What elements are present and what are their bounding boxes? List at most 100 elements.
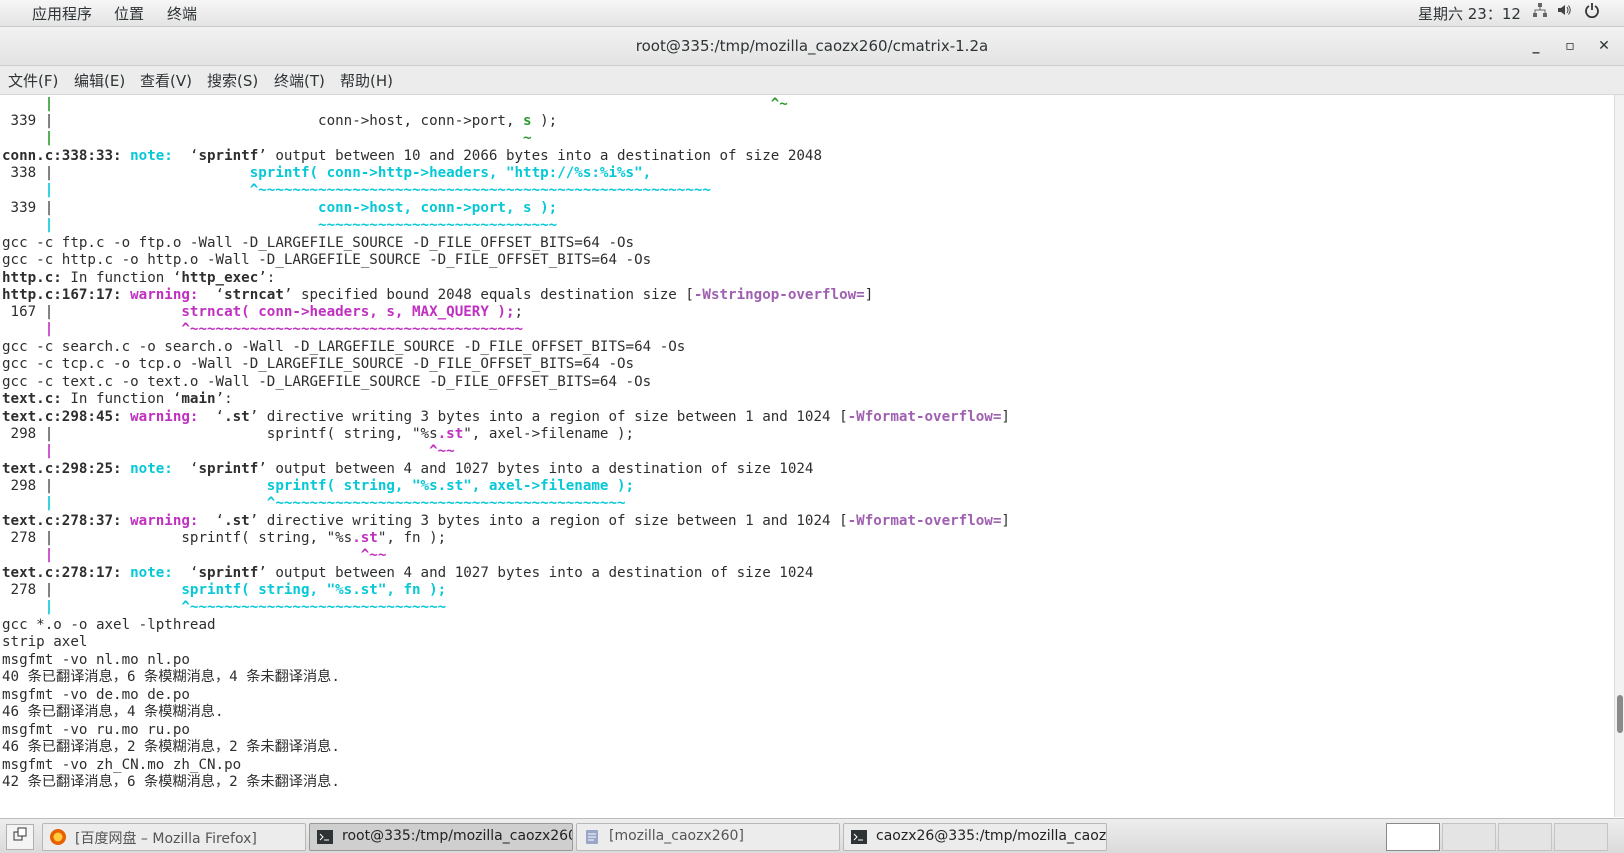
terminal-text: warning: [130, 287, 207, 303]
terminal-text: ] [1001, 409, 1010, 425]
task-terminal-root[interactable]: root@335:/tmp/mozilla_caozx260/··· [309, 823, 573, 851]
terminal-line: | ^~~ [2, 442, 455, 460]
terminal-text: ] [1001, 513, 1010, 529]
terminal-text: .st [352, 530, 378, 546]
terminal-line: | ~ [2, 129, 532, 147]
terminal-line: 46 条已翻译消息，2 条模糊消息，2 条未翻译消息. [2, 738, 340, 756]
terminal-text: | ^~ [2, 96, 788, 112]
terminal-text: | ^~~ [2, 443, 455, 459]
terminal-line: gcc -c search.c -o search.o -Wall -D_LAR… [2, 338, 685, 356]
network-icon[interactable] [1532, 2, 1548, 22]
terminal-line: text.c:278:37: warning: ‘.st’ directive … [2, 512, 1010, 530]
scrollbar-thumb[interactable] [1617, 695, 1623, 733]
menu-search[interactable]: 搜索(S) [207, 70, 258, 91]
menu-help[interactable]: 帮助(H) [340, 70, 393, 91]
workspace-1[interactable] [1386, 823, 1440, 851]
terminal-scrollbar[interactable] [1614, 95, 1624, 817]
terminal-text: 339 | conn->host, conn->port, [2, 113, 524, 129]
terminal-text: | ~~~~~~~~~~~~~~~~~~~~~~~~~~~~ [2, 217, 558, 233]
power-icon[interactable] [1584, 2, 1600, 22]
terminal-text: ’ output between 10 and 2066 bytes into … [258, 148, 823, 164]
terminal-line: msgfmt -vo de.mo de.po [2, 686, 190, 704]
folder-icon [583, 828, 601, 846]
workspace-4[interactable] [1554, 823, 1608, 851]
terminal-text: ‘ [181, 461, 199, 477]
task-folder[interactable]: [mozilla_caozx260] [576, 823, 840, 851]
task-terminal-user[interactable]: caozx26@335:/tmp/mozilla_caozx··· [843, 823, 1107, 851]
terminal-text: | ~ [2, 130, 532, 146]
menu-file[interactable]: 文件(F) [8, 70, 58, 91]
task-label: [mozilla_caozx260] [609, 828, 744, 844]
terminal-app-menu[interactable]: 终端 [167, 3, 197, 24]
places-menu[interactable]: 位置 [114, 3, 144, 24]
terminal-text: .st [437, 426, 464, 442]
terminal-text: | ^~~~~~~~~~~~~~~~~~~~~~~~~~~~~~~~~~~~~~… [2, 321, 524, 337]
task-label: caozx26@335:/tmp/mozilla_caozx··· [876, 828, 1107, 844]
terminal-text: ‘ [207, 287, 225, 303]
firefox-icon [49, 828, 67, 846]
maximize-button[interactable]: ▫ [1558, 35, 1582, 57]
taskbar: [百度网盘 – Mozilla Firefox] root@335:/tmp/m… [0, 818, 1624, 853]
close-button[interactable]: ✕ [1592, 35, 1616, 57]
terminal-text: msgfmt -vo nl.mo nl.po [2, 652, 190, 668]
terminal-text: sprintf( conn->http->headers, "http://%s… [249, 165, 652, 181]
terminal-text: conn->host, conn->port, s ); [318, 200, 558, 216]
terminal-text: ’ specified bound 2048 equals destinatio… [283, 287, 694, 303]
terminal-text: main [181, 391, 216, 407]
terminal-line: strip axel [2, 633, 87, 651]
terminal-text: note: [130, 461, 182, 477]
terminal-icon [850, 828, 868, 846]
terminal-text: ", fn ); [377, 530, 447, 546]
terminal-text: text.c:278:37: [2, 513, 131, 529]
menu-edit[interactable]: 编辑(E) [74, 70, 125, 91]
terminal-text: text.c: [2, 391, 62, 407]
workspace-2[interactable] [1442, 823, 1496, 851]
applications-menu[interactable]: 应用程序 [32, 3, 92, 24]
terminal-text: 278 | sprintf( string, "%s [2, 530, 353, 546]
terminal-line: 167 | strncat( conn->headers, s, MAX_QUE… [2, 303, 524, 321]
terminal-output[interactable]: | ^~ 339 | conn->host, conn->port, s ); … [0, 95, 1614, 817]
terminal-text: | ^~~ [2, 547, 387, 563]
terminal-line: text.c:298:45: warning: ‘.st’ directive … [2, 408, 1010, 426]
terminal-text: 46 条已翻译消息，2 条模糊消息，2 条未翻译消息. [2, 739, 340, 755]
window-titlebar[interactable]: root@335:/tmp/mozilla_caozx260/cmatrix-1… [0, 27, 1624, 66]
terminal-text: sprintf( string, "%s.st", fn ); [181, 582, 447, 598]
menu-terminal[interactable]: 终端(T) [274, 70, 325, 91]
clock[interactable]: 星期六 23：12 [1418, 3, 1521, 24]
terminal-text: strncat [224, 287, 284, 303]
terminal-text: strncat( conn->headers, s, MAX_QUERY ); [181, 304, 515, 320]
terminal-line: gcc -c ftp.c -o ftp.o -Wall -D_LARGEFILE… [2, 234, 634, 252]
terminal-text: gcc -c ftp.c -o ftp.o -Wall -D_LARGEFILE… [2, 235, 635, 251]
workspace-3[interactable] [1498, 823, 1552, 851]
terminal-text: | ^~~~~~~~~~~~~~~~~~~~~~~~~~~~~~~ [2, 599, 447, 615]
menu-view[interactable]: 查看(V) [140, 70, 192, 91]
terminal-text: ’: [215, 391, 233, 407]
terminal-text: 46 条已翻译消息，4 条模糊消息. [2, 704, 224, 720]
terminal-text: ‘ [181, 148, 199, 164]
terminal-line: 278 | sprintf( string, "%s.st", fn ); [2, 581, 447, 599]
terminal-line: 42 条已翻译消息，6 条模糊消息，2 条未翻译消息. [2, 773, 340, 791]
terminal-text: 338 | [2, 165, 250, 181]
terminal-text: 40 条已翻译消息，6 条模糊消息，4 条未翻译消息. [2, 669, 340, 685]
minimize-button[interactable]: _ [1524, 35, 1548, 57]
task-firefox[interactable]: [百度网盘 – Mozilla Firefox] [42, 823, 306, 851]
show-desktop-button[interactable] [6, 824, 34, 850]
terminal-line: | ^~~~~~~~~~~~~~~~~~~~~~~~~~~~~~~ [2, 598, 446, 616]
terminal-line: msgfmt -vo nl.mo nl.po [2, 651, 190, 669]
terminal-line: text.c: In function ‘main’: [2, 390, 233, 408]
terminal-text: conn.c:338:33: [2, 148, 131, 164]
terminal-text: 42 条已翻译消息，6 条模糊消息，2 条未翻译消息. [2, 774, 340, 790]
terminal-text: ’ output between 4 and 1027 bytes into a… [258, 461, 814, 477]
terminal-text: ‘ [207, 513, 225, 529]
terminal-text: ‘ [207, 409, 225, 425]
terminal-text: warning: [130, 409, 207, 425]
terminal-line: | ^~~~~~~~~~~~~~~~~~~~~~~~~~~~~~~~~~~~~~… [2, 320, 523, 338]
terminal-text: 167 | [2, 304, 182, 320]
volume-icon[interactable] [1556, 2, 1572, 22]
terminal-line: msgfmt -vo ru.mo ru.po [2, 721, 190, 739]
terminal-line: text.c:278:17: note: ‘sprintf’ output be… [2, 564, 813, 582]
terminal-text: ’ directive writing 3 bytes into a regio… [249, 513, 848, 529]
terminal-text: .st [224, 513, 250, 529]
terminal-text: msgfmt -vo ru.mo ru.po [2, 722, 190, 738]
terminal-text: | ^~~~~~~~~~~~~~~~~~~~~~~~~~~~~~~~~~~~~~… [2, 182, 711, 198]
